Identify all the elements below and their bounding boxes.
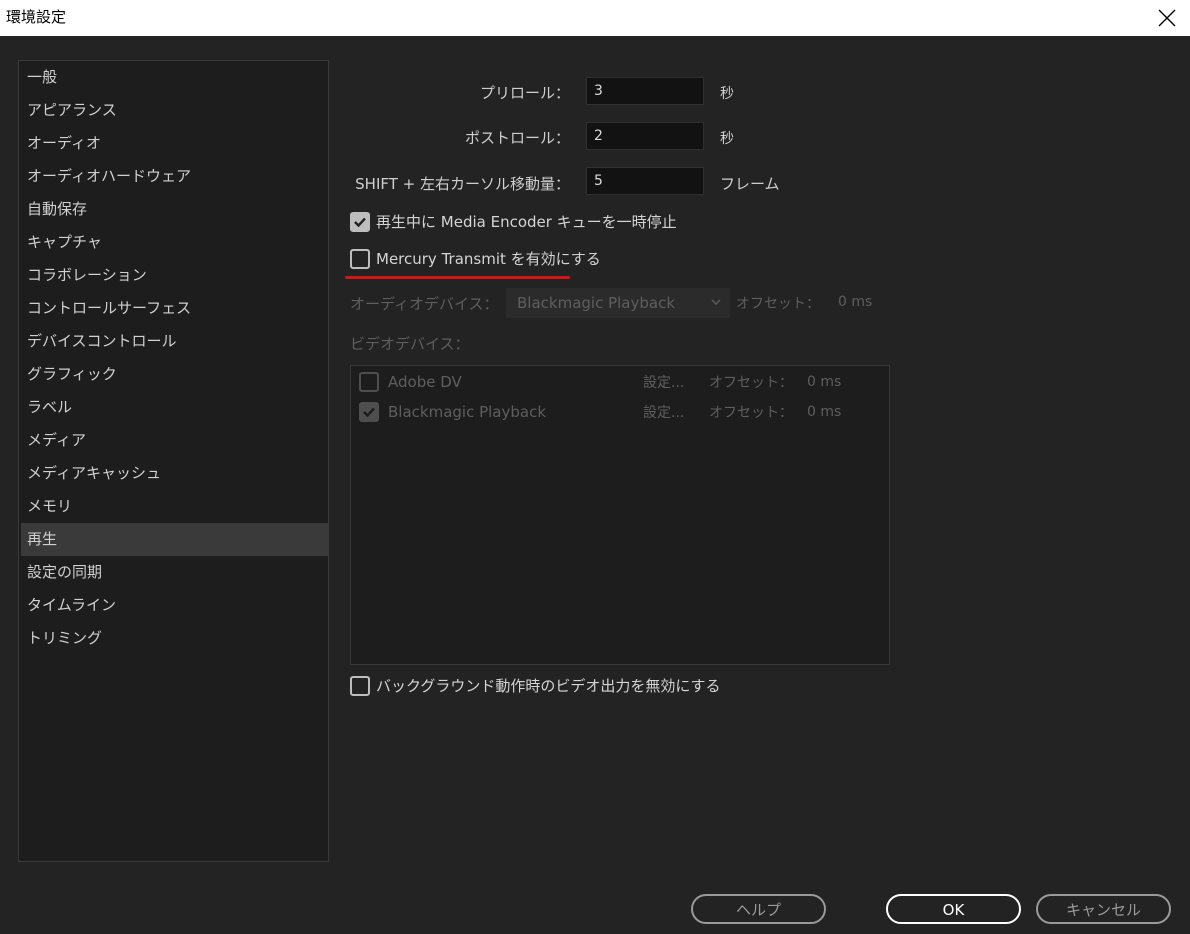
sidebar-item-autosave[interactable]: 自動保存 [21, 193, 328, 226]
ok-button[interactable]: OK [886, 894, 1021, 924]
red-highlight-underline [345, 276, 570, 279]
sidebar-item-media-cache[interactable]: メディアキャッシュ [21, 457, 328, 490]
sidebar-item-appearance[interactable]: アピアランス [21, 94, 328, 127]
help-button[interactable]: ヘルプ [691, 894, 826, 924]
device-name: Blackmagic Playback [388, 403, 547, 421]
sidebar-item-device-control[interactable]: デバイスコントロール [21, 325, 328, 358]
sidebar-item-sync-settings[interactable]: 設定の同期 [21, 556, 328, 589]
sidebar-item-audio-hardware[interactable]: オーディオハードウェア [21, 160, 328, 193]
title-bar: 環境設定 [0, 0, 1190, 36]
audio-device-label: オーディオデバイス： [350, 295, 499, 313]
mercury-transmit-checkbox[interactable] [350, 248, 370, 269]
preroll-input[interactable] [586, 77, 704, 105]
postroll-input[interactable] [586, 122, 704, 150]
audio-offset-label: オフセット： [736, 296, 820, 312]
device-checkbox[interactable] [359, 402, 379, 422]
background-output-label: バックグラウンド動作時のビデオ出力を無効にする [376, 677, 721, 695]
sidebar-item-graphics[interactable]: グラフィック [21, 358, 328, 391]
video-device-list: Adobe DV 設定... オフセット： 0 ms Blackmagic Pl… [350, 365, 890, 665]
sidebar-item-control-surface[interactable]: コントロールサーフェス [21, 292, 328, 325]
postroll-unit: 秒 [720, 131, 734, 147]
sidebar-item-playback[interactable]: 再生 [21, 523, 328, 556]
sidebar-item-trim[interactable]: トリミング [21, 622, 328, 655]
window-title: 環境設定 [6, 8, 67, 26]
chevron-down-icon [710, 288, 722, 328]
sidebar-item-media[interactable]: メディア [21, 424, 328, 457]
list-item: Blackmagic Playback 設定... オフセット： 0 ms [359, 400, 884, 424]
preroll-label: プリロール： [479, 84, 570, 102]
sidebar-item-memory[interactable]: メモリ [21, 490, 328, 523]
video-device-label: ビデオデバイス： [350, 335, 470, 353]
device-settings-button[interactable]: 設定... [643, 402, 709, 422]
background-output-checkbox[interactable] [350, 675, 370, 696]
checkmark-icon [354, 217, 366, 227]
device-offset-value: 0 ms [807, 374, 842, 390]
checkmark-icon [363, 407, 375, 418]
background-output-checkbox-row[interactable]: バックグラウンド動作時のビデオ出力を無効にする [350, 675, 721, 696]
device-offset-label: オフセット： [709, 405, 793, 421]
postroll-label: ポストロール： [464, 129, 570, 147]
device-offset-value: 0 ms [807, 404, 842, 420]
mercury-transmit-label: Mercury Transmit を有効にする [376, 250, 601, 268]
close-button[interactable] [1144, 0, 1190, 36]
audio-device-selected: Blackmagic Playback [517, 294, 676, 312]
shift-amount-input[interactable] [586, 167, 704, 195]
audio-device-select[interactable]: Blackmagic Playback [506, 288, 730, 318]
shift-amount-unit: フレーム [720, 175, 780, 193]
sidebar-item-collaboration[interactable]: コラボレーション [21, 259, 328, 292]
device-settings-button[interactable]: 設定... [643, 372, 709, 392]
sidebar-item-general[interactable]: 一般 [21, 61, 328, 94]
device-offset-label: オフセット： [709, 375, 793, 391]
sidebar-item-timeline[interactable]: タイムライン [21, 589, 328, 622]
pause-encoder-label: 再生中に Media Encoder キューを一時停止 [376, 213, 677, 231]
preroll-unit: 秒 [720, 86, 734, 102]
sidebar-item-capture[interactable]: キャプチャ [21, 226, 328, 259]
close-icon [1158, 9, 1176, 27]
mercury-transmit-checkbox-row[interactable]: Mercury Transmit を有効にする [350, 248, 601, 269]
list-item: Adobe DV 設定... オフセット： 0 ms [359, 370, 884, 394]
pause-encoder-checkbox[interactable] [350, 211, 370, 232]
audio-offset-value: 0 ms [838, 294, 873, 310]
pause-encoder-checkbox-row[interactable]: 再生中に Media Encoder キューを一時停止 [350, 211, 677, 232]
sidebar-item-audio[interactable]: オーディオ [21, 127, 328, 160]
sidebar-item-labels[interactable]: ラベル [21, 391, 328, 424]
cancel-button[interactable]: キャンセル [1036, 894, 1171, 924]
device-name: Adobe DV [388, 373, 462, 391]
device-checkbox[interactable] [359, 372, 379, 392]
shift-amount-label: SHIFT + 左右カーソル移動量： [355, 175, 570, 193]
category-sidebar: 一般 アピアランス オーディオ オーディオハードウェア 自動保存 キャプチャ コ… [18, 60, 329, 862]
